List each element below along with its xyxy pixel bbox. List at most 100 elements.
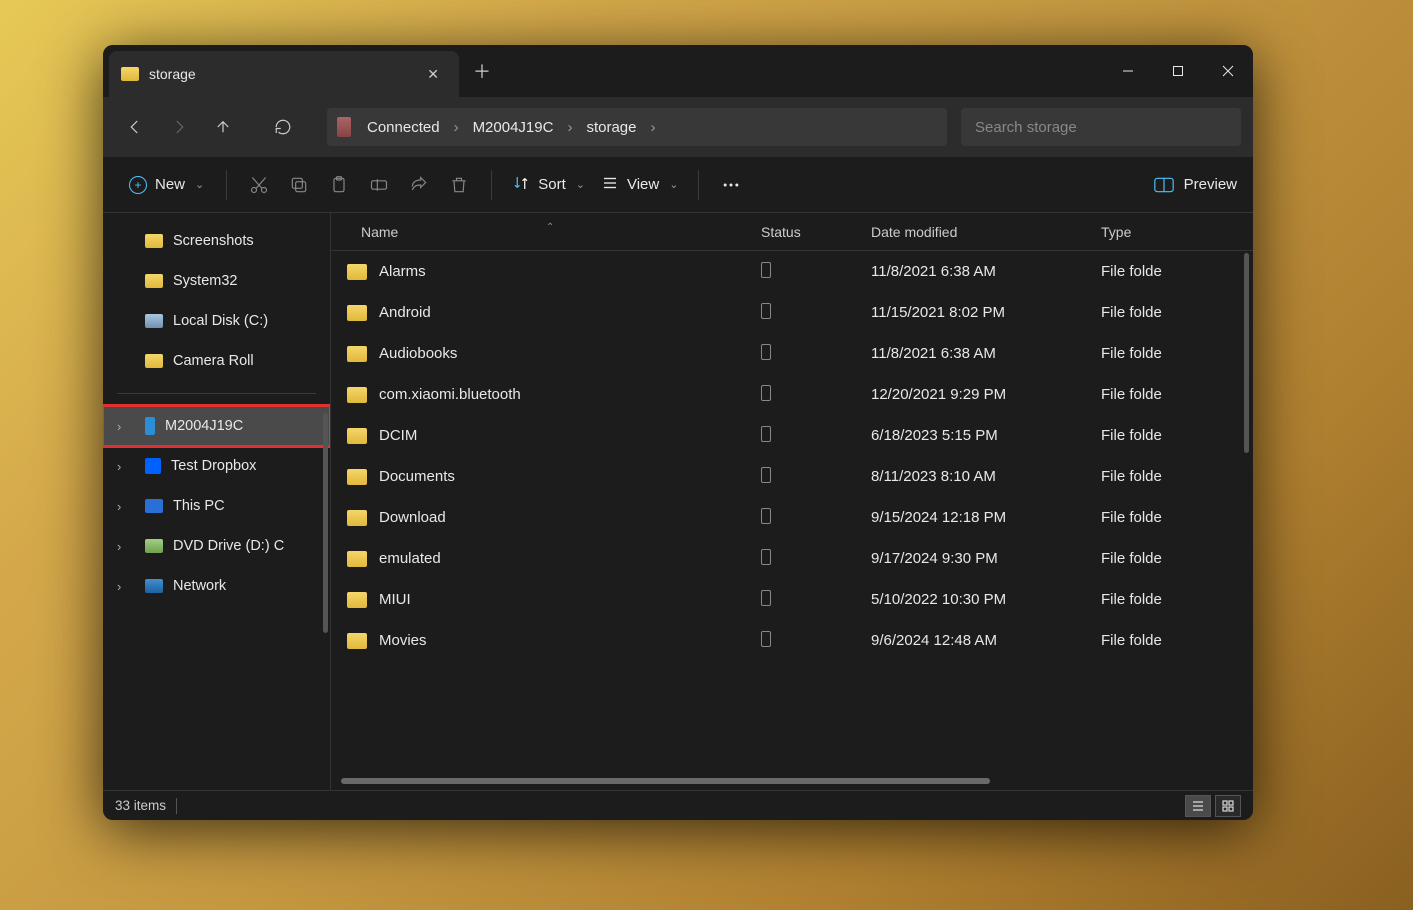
folder-icon	[347, 387, 367, 403]
tab-storage[interactable]: storage ✕	[109, 51, 459, 97]
file-date: 11/8/2021 6:38 AM	[871, 263, 1101, 280]
up-button[interactable]	[203, 107, 243, 147]
sort-indicator-icon: ⌃	[546, 222, 554, 233]
column-type[interactable]: Type	[1101, 224, 1253, 240]
file-date: 9/17/2024 9:30 PM	[871, 550, 1101, 567]
tab-close-button[interactable]: ✕	[419, 62, 447, 87]
phone-outline-icon	[761, 631, 771, 647]
more-button[interactable]	[711, 165, 751, 205]
chevron-right-icon: ›	[117, 579, 121, 594]
delete-button[interactable]	[439, 165, 479, 205]
breadcrumb-segment[interactable]: Connected	[361, 119, 446, 136]
sidebar-item-network[interactable]: › Network	[103, 566, 330, 606]
copy-button[interactable]	[279, 165, 319, 205]
file-name: com.xiaomi.bluetooth	[379, 386, 521, 403]
main-panel: Name ⌃ Status Date modified Type Alarms 1…	[331, 213, 1253, 790]
refresh-button[interactable]	[263, 107, 303, 147]
file-name: Audiobooks	[379, 345, 457, 362]
sort-button[interactable]: Sort ⌄	[504, 168, 593, 202]
new-tab-button[interactable]: ＋	[459, 45, 505, 97]
share-button[interactable]	[399, 165, 439, 205]
sidebar-item-camera-roll[interactable]: Camera Roll	[103, 341, 330, 381]
sidebar-item-system32[interactable]: System32	[103, 261, 330, 301]
breadcrumb[interactable]: Connected › M2004J19C › storage ›	[327, 108, 947, 146]
file-type: File folde	[1101, 550, 1253, 567]
thumbnails-view-button[interactable]	[1215, 795, 1241, 817]
file-date: 12/20/2021 9:29 PM	[871, 386, 1101, 403]
column-date[interactable]: Date modified	[871, 224, 1101, 240]
column-name[interactable]: Name ⌃	[331, 224, 761, 240]
sidebar-item-device[interactable]: › M2004J19C	[103, 406, 330, 446]
sidebar-item-label: Test Dropbox	[171, 458, 256, 474]
file-name: Alarms	[379, 263, 426, 280]
rename-button[interactable]	[359, 165, 399, 205]
network-icon	[145, 579, 163, 593]
view-mode-switch	[1185, 795, 1241, 817]
chevron-down-icon: ⌄	[669, 178, 678, 191]
view-label: View	[627, 176, 659, 193]
vertical-scrollbar[interactable]	[1244, 253, 1249, 453]
sidebar-scrollbar[interactable]	[323, 413, 328, 633]
folder-icon	[347, 592, 367, 608]
details-view-button[interactable]	[1185, 795, 1211, 817]
chevron-right-icon: ›	[117, 459, 121, 474]
sort-icon	[512, 174, 530, 196]
file-status	[761, 508, 871, 528]
back-button[interactable]	[115, 107, 155, 147]
breadcrumb-segment[interactable]: storage	[580, 119, 642, 136]
paste-button[interactable]	[319, 165, 359, 205]
cut-button[interactable]	[239, 165, 279, 205]
file-status	[761, 549, 871, 569]
file-row[interactable]: emulated9/17/2024 9:30 PMFile folde	[331, 538, 1253, 579]
device-icon	[337, 117, 351, 137]
toolbar: + New ⌄ Sort ⌄	[103, 157, 1253, 213]
file-row[interactable]: Alarms11/8/2021 6:38 AMFile folde	[331, 251, 1253, 292]
minimize-button[interactable]	[1103, 45, 1153, 97]
view-button[interactable]: View ⌄	[593, 168, 686, 202]
file-status	[761, 590, 871, 610]
sidebar-item-this-pc[interactable]: › This PC	[103, 486, 330, 526]
preview-button[interactable]: Preview	[1154, 176, 1237, 193]
file-name: Documents	[379, 468, 455, 485]
forward-button[interactable]	[159, 107, 199, 147]
file-row[interactable]: com.xiaomi.bluetooth12/20/2021 9:29 PMFi…	[331, 374, 1253, 415]
folder-icon	[121, 67, 139, 81]
breadcrumb-segment[interactable]: M2004J19C	[467, 119, 560, 136]
chevron-down-icon: ⌄	[195, 178, 204, 191]
folder-icon	[145, 234, 163, 248]
maximize-button[interactable]	[1153, 45, 1203, 97]
file-status	[761, 426, 871, 446]
file-name: Download	[379, 509, 446, 526]
dropbox-icon	[145, 458, 161, 474]
tab-title: storage	[149, 66, 419, 82]
plus-circle-icon: +	[129, 176, 147, 194]
sidebar-item-screenshots[interactable]: Screenshots	[103, 221, 330, 261]
chevron-right-icon: ›	[561, 119, 578, 136]
sidebar: Screenshots System32 Local Disk (C:) Cam…	[103, 213, 331, 790]
column-status[interactable]: Status	[761, 224, 871, 240]
file-row[interactable]: Download9/15/2024 12:18 PMFile folde	[331, 497, 1253, 538]
new-button[interactable]: + New ⌄	[119, 170, 214, 200]
search-input[interactable]: Search storage	[961, 108, 1241, 146]
file-row[interactable]: Documents8/11/2023 8:10 AMFile folde	[331, 456, 1253, 497]
sort-label: Sort	[538, 176, 566, 193]
file-type: File folde	[1101, 632, 1253, 649]
file-status	[761, 344, 871, 364]
file-row[interactable]: DCIM6/18/2023 5:15 PMFile folde	[331, 415, 1253, 456]
horizontal-scrollbar[interactable]	[341, 776, 1243, 786]
folder-icon	[145, 354, 163, 368]
sidebar-item-label: Network	[173, 578, 226, 594]
file-row[interactable]: Movies9/6/2024 12:48 AMFile folde	[331, 620, 1253, 661]
folder-icon	[145, 274, 163, 288]
file-date: 9/6/2024 12:48 AM	[871, 632, 1101, 649]
separator	[176, 798, 177, 814]
file-row[interactable]: MIUI5/10/2022 10:30 PMFile folde	[331, 579, 1253, 620]
sidebar-item-local-disk-c[interactable]: Local Disk (C:)	[103, 301, 330, 341]
file-row[interactable]: Android11/15/2021 8:02 PMFile folde	[331, 292, 1253, 333]
close-button[interactable]	[1203, 45, 1253, 97]
sidebar-item-dvd-drive[interactable]: › DVD Drive (D:) C	[103, 526, 330, 566]
item-count: 33 items	[115, 798, 166, 813]
sidebar-item-dropbox[interactable]: › Test Dropbox	[103, 446, 330, 486]
chevron-right-icon: ›	[645, 119, 662, 136]
file-row[interactable]: Audiobooks11/8/2021 6:38 AMFile folde	[331, 333, 1253, 374]
